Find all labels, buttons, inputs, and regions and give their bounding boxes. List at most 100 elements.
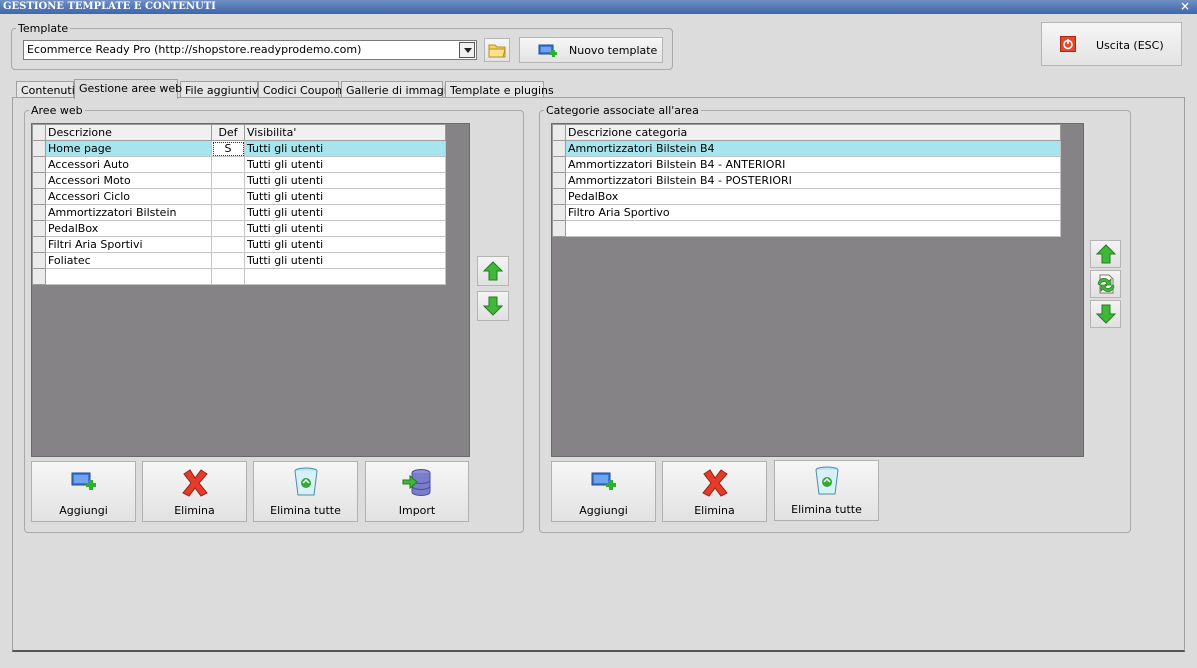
- row-indicator[interactable]: [552, 188, 566, 205]
- aree-web-grid[interactable]: Descrizione Def Visibilita' Home page S …: [31, 123, 470, 457]
- add-category-button[interactable]: Aggiungi: [551, 461, 656, 522]
- cell-categoria[interactable]: Ammortizzatori Bilstein B4 - ANTERIORI: [565, 156, 1061, 173]
- row-indicator[interactable]: [552, 172, 566, 189]
- cell-def[interactable]: [211, 156, 245, 173]
- cell-descrizione[interactable]: Ammortizzatori Bilstein: [45, 204, 212, 221]
- open-folder-button[interactable]: [484, 38, 510, 62]
- table-row[interactable]: Accessori Auto Tutti gli utenti: [32, 156, 446, 173]
- table-row[interactable]: Filtri Aria Sportivi Tutti gli utenti: [32, 236, 446, 253]
- delete-area-label: Elimina: [174, 504, 215, 517]
- table-row[interactable]: Ammortizzatori Bilstein B4 - POSTERIORI: [552, 172, 1061, 189]
- table-row-empty[interactable]: [552, 220, 1061, 237]
- template-select[interactable]: Ecommerce Ready Pro (http://shopstore.re…: [23, 40, 477, 60]
- table-row[interactable]: Accessori Moto Tutti gli utenti: [32, 172, 446, 189]
- table-row-empty[interactable]: [32, 268, 446, 285]
- chevron-down-icon[interactable]: [459, 42, 475, 58]
- table-row[interactable]: Filtro Aria Sportivo: [552, 204, 1061, 221]
- cell-categoria[interactable]: PedalBox: [565, 188, 1061, 205]
- cell-descrizione[interactable]: PedalBox: [45, 220, 212, 237]
- tab-codici-coupon[interactable]: Codici Coupon: [258, 81, 342, 98]
- move-area-up-button[interactable]: [477, 256, 509, 286]
- cell-visibilita[interactable]: Tutti gli utenti: [244, 172, 446, 189]
- column-header-visibilita[interactable]: Visibilita': [244, 124, 446, 141]
- cell-visibilita[interactable]: Tutti gli utenti: [244, 252, 446, 269]
- cell-empty[interactable]: [211, 268, 245, 285]
- cell-visibilita[interactable]: Tutti gli utenti: [244, 156, 446, 173]
- delete-area-button[interactable]: Elimina: [142, 461, 247, 522]
- row-indicator[interactable]: [32, 156, 46, 173]
- move-area-down-button[interactable]: [477, 291, 509, 321]
- row-indicator[interactable]: [552, 140, 566, 157]
- row-indicator[interactable]: [32, 172, 46, 189]
- table-row[interactable]: Ammortizzatori Bilstein B4: [552, 140, 1061, 157]
- cell-visibilita[interactable]: Tutti gli utenti: [244, 204, 446, 221]
- row-indicator[interactable]: [552, 220, 566, 237]
- table-row[interactable]: Ammortizzatori Bilstein Tutti gli utenti: [32, 204, 446, 221]
- cell-empty[interactable]: [565, 220, 1061, 237]
- cell-descrizione[interactable]: Accessori Moto: [45, 172, 212, 189]
- cell-descrizione[interactable]: Accessori Ciclo: [45, 188, 212, 205]
- table-row[interactable]: Home page S Tutti gli utenti: [32, 140, 446, 157]
- move-category-down-button[interactable]: [1090, 300, 1121, 328]
- cell-categoria[interactable]: Ammortizzatori Bilstein B4: [565, 140, 1061, 157]
- arrow-up-icon: [483, 261, 503, 281]
- cell-def[interactable]: S: [211, 140, 245, 157]
- delete-all-areas-button[interactable]: Elimina tutte: [253, 461, 358, 522]
- delete-category-button[interactable]: Elimina: [662, 461, 767, 522]
- row-indicator[interactable]: [552, 156, 566, 173]
- cell-def[interactable]: [211, 188, 245, 205]
- refresh-category-button[interactable]: [1090, 270, 1121, 298]
- column-header-def[interactable]: Def: [211, 124, 245, 141]
- tab-file-aggiuntivi[interactable]: File aggiuntivi: [180, 81, 262, 98]
- row-indicator[interactable]: [552, 204, 566, 221]
- table-row[interactable]: Ammortizzatori Bilstein B4 - ANTERIORI: [552, 156, 1061, 173]
- template-legend: Template: [18, 22, 69, 35]
- exit-button[interactable]: Uscita (ESC): [1041, 22, 1182, 66]
- table-row[interactable]: PedalBox: [552, 188, 1061, 205]
- move-category-up-button[interactable]: [1090, 240, 1121, 268]
- cell-def[interactable]: [211, 204, 245, 221]
- cell-visibilita[interactable]: Tutti gli utenti: [244, 140, 446, 157]
- add-category-label: Aggiungi: [579, 504, 628, 517]
- cell-visibilita[interactable]: Tutti gli utenti: [244, 188, 446, 205]
- tab-gallerie-immagini[interactable]: Gallerie di immagini: [341, 81, 457, 98]
- column-header-descrizione-categoria[interactable]: Descrizione categoria: [565, 124, 1061, 141]
- cell-descrizione[interactable]: Home page: [45, 140, 212, 157]
- categorie-grid[interactable]: Descrizione categoria Ammortizzatori Bil…: [551, 123, 1084, 457]
- row-indicator[interactable]: [32, 220, 46, 237]
- import-button[interactable]: Import: [365, 461, 469, 522]
- delete-all-areas-label: Elimina tutte: [270, 504, 341, 517]
- cell-def[interactable]: [211, 220, 245, 237]
- add-area-label: Aggiungi: [59, 504, 108, 517]
- table-row[interactable]: Foliatec Tutti gli utenti: [32, 252, 446, 269]
- categorie-legend: Categorie associate all'area: [546, 104, 699, 117]
- table-row[interactable]: PedalBox Tutti gli utenti: [32, 220, 446, 237]
- close-icon[interactable]: ×: [1179, 0, 1191, 14]
- table-row[interactable]: Accessori Ciclo Tutti gli utenti: [32, 188, 446, 205]
- cell-descrizione[interactable]: Foliatec: [45, 252, 212, 269]
- cell-visibilita[interactable]: Tutti gli utenti: [244, 236, 446, 253]
- new-template-button[interactable]: Nuovo template: [519, 37, 663, 63]
- cell-def[interactable]: [211, 172, 245, 189]
- row-indicator[interactable]: [32, 236, 46, 253]
- cell-empty[interactable]: [244, 268, 446, 285]
- cell-empty[interactable]: [45, 268, 212, 285]
- column-header-descrizione[interactable]: Descrizione: [45, 124, 212, 141]
- tab-gestione-aree-web[interactable]: Gestione aree web: [74, 79, 182, 99]
- cell-categoria[interactable]: Filtro Aria Sportivo: [565, 204, 1061, 221]
- cell-categoria[interactable]: Ammortizzatori Bilstein B4 - POSTERIORI: [565, 172, 1061, 189]
- tab-contenuti[interactable]: Contenuti: [16, 81, 75, 98]
- cell-visibilita[interactable]: Tutti gli utenti: [244, 220, 446, 237]
- tab-template-plugins[interactable]: Template e plugins: [445, 81, 554, 98]
- row-indicator[interactable]: [32, 252, 46, 269]
- cell-def[interactable]: [211, 236, 245, 253]
- row-indicator[interactable]: [32, 188, 46, 205]
- cell-descrizione[interactable]: Filtri Aria Sportivi: [45, 236, 212, 253]
- row-indicator[interactable]: [32, 140, 46, 157]
- row-indicator[interactable]: [32, 204, 46, 221]
- add-area-button[interactable]: Aggiungi: [31, 461, 136, 522]
- cell-descrizione[interactable]: Accessori Auto: [45, 156, 212, 173]
- delete-all-categories-button[interactable]: Elimina tutte: [774, 460, 879, 521]
- cell-def[interactable]: [211, 252, 245, 269]
- row-indicator[interactable]: [32, 268, 46, 285]
